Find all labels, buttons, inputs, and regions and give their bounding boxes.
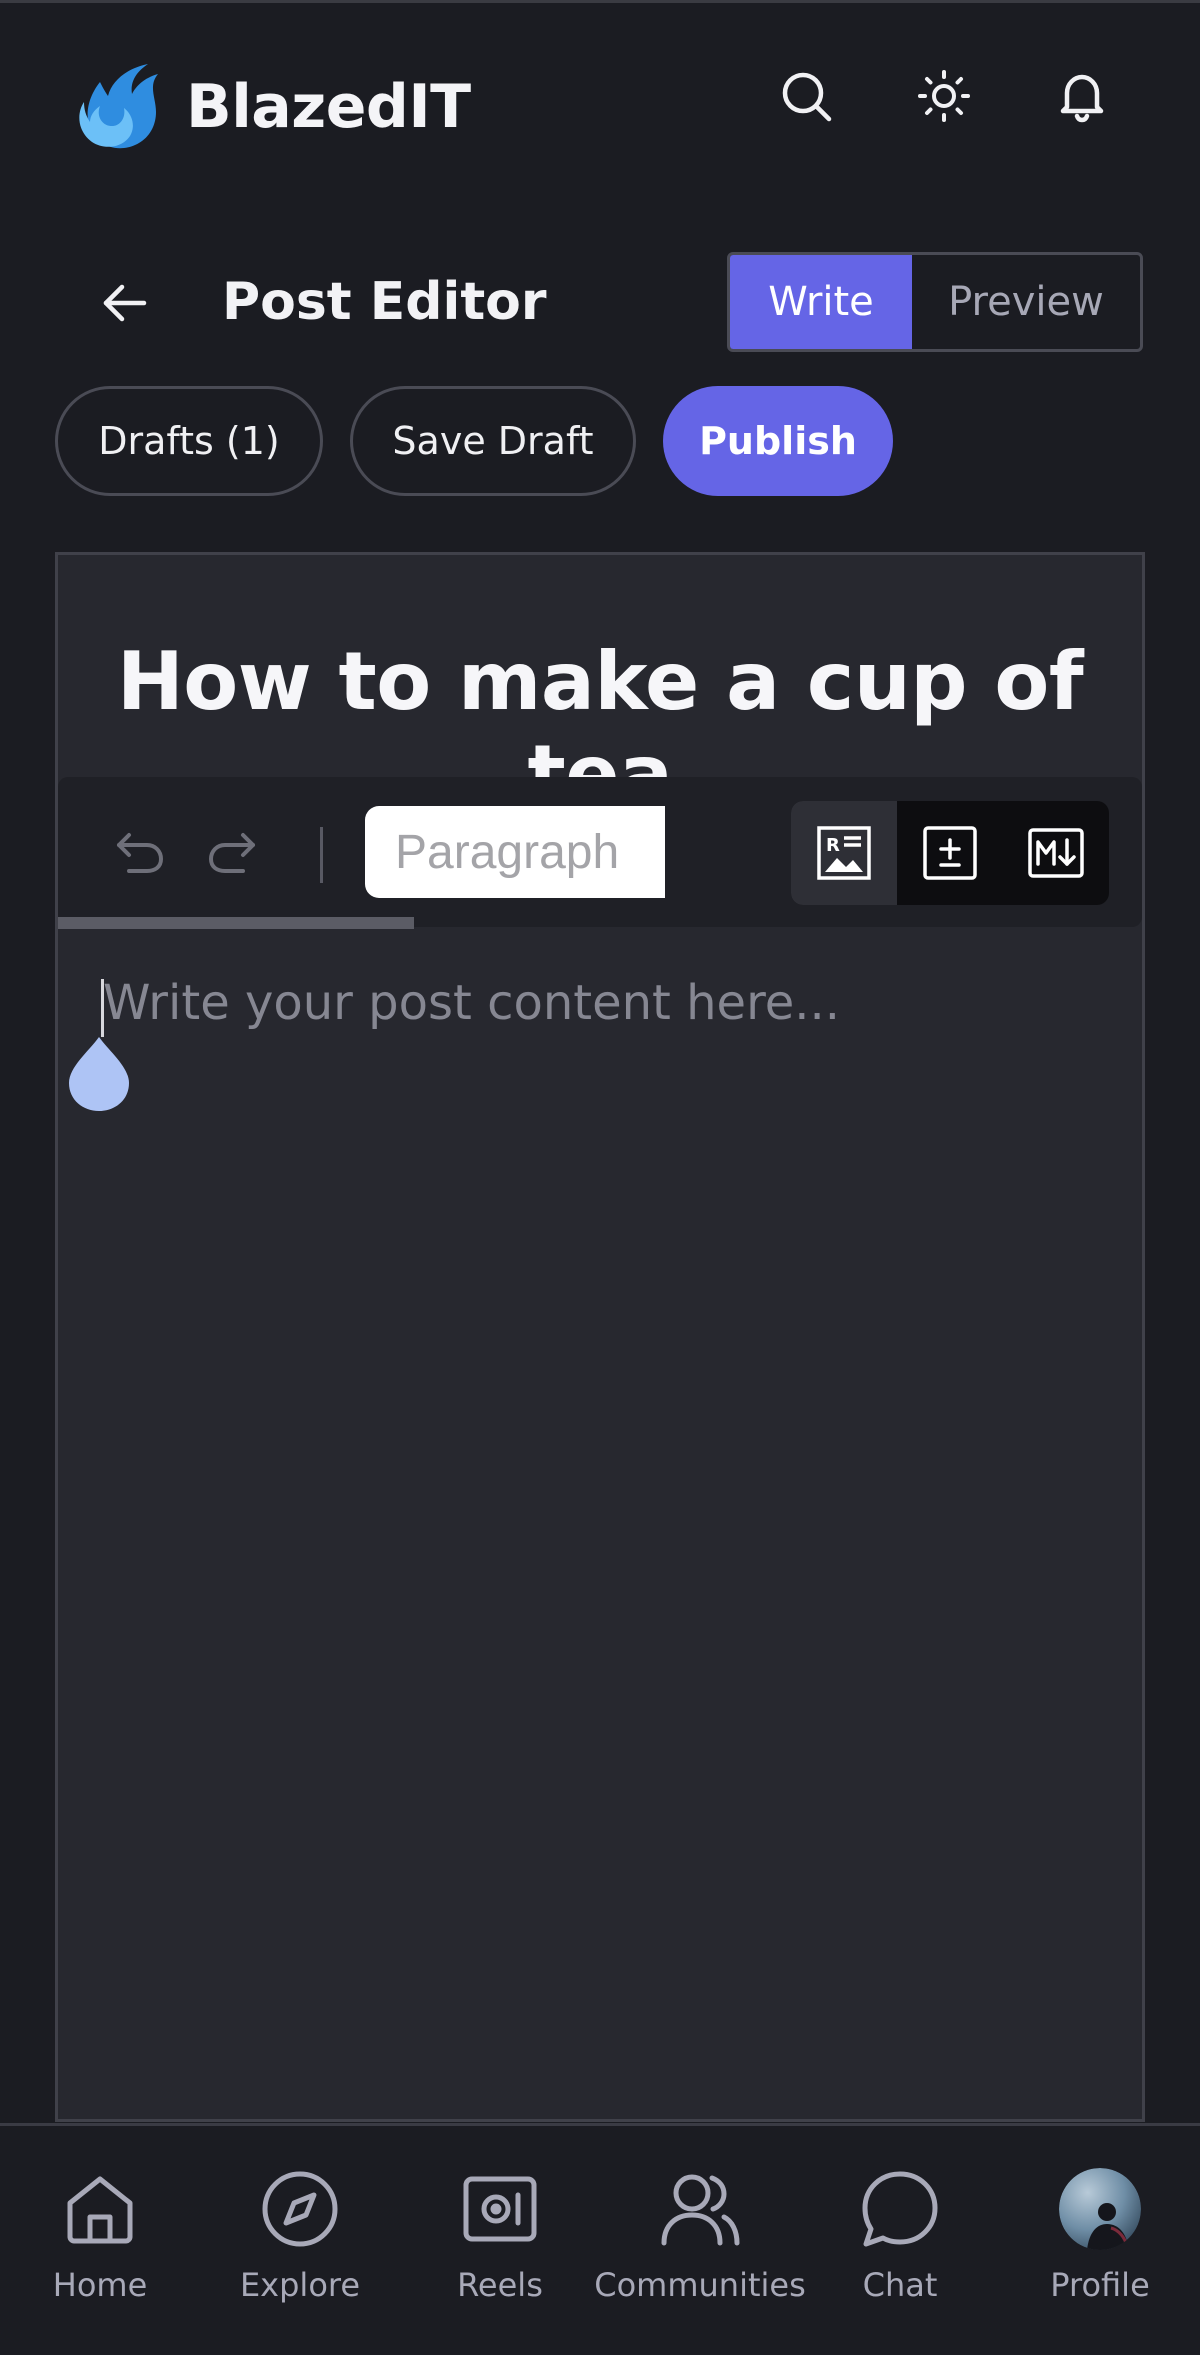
back-button[interactable] (92, 270, 158, 336)
search-icon (782, 72, 832, 122)
text-cursor (101, 979, 104, 1037)
nav-explore-label: Explore (239, 2266, 361, 2304)
page-title: Post Editor (222, 272, 547, 332)
block-type-select[interactable]: Paragraph (365, 806, 665, 898)
drafts-button[interactable]: Drafts (1) (55, 386, 323, 496)
nav-reels[interactable]: Reels (400, 2166, 600, 2326)
cursor-handle-icon[interactable] (65, 1033, 133, 1115)
users-icon (661, 2174, 740, 2246)
nav-explore[interactable]: Explore (200, 2166, 400, 2326)
nav-chat[interactable]: Chat (800, 2166, 1000, 2326)
markdown-icon (1028, 828, 1084, 878)
flame-logo-icon (79, 64, 158, 149)
undo-icon (117, 833, 163, 873)
nav-chat-label: Chat (862, 2266, 938, 2304)
app-name: BlazedIT (186, 72, 471, 142)
notifications-button[interactable] (1048, 62, 1116, 130)
nav-communities-label: Communities (594, 2266, 806, 2304)
nav-home[interactable]: Home (0, 2166, 200, 2326)
nav-communities[interactable]: Communities (594, 2166, 806, 2326)
markdown-button[interactable] (1003, 801, 1109, 905)
save-draft-button[interactable]: Save Draft (350, 386, 636, 496)
theme-toggle-button[interactable] (910, 62, 978, 130)
toolbar-divider (320, 827, 323, 883)
avatar (1059, 2168, 1141, 2250)
brand[interactable]: BlazedIT (70, 62, 471, 152)
bottom-nav: Home Explore Reels Communities Chat Prof… (0, 2123, 1200, 2355)
nav-reels-label: Reels (457, 2266, 543, 2304)
editor-toolbar: Paragraph R (58, 777, 1142, 927)
publish-button[interactable]: Publish (663, 386, 893, 496)
tab-write[interactable]: Write (730, 255, 912, 349)
tab-preview[interactable]: Preview (912, 255, 1140, 349)
nav-profile[interactable]: Profile (1000, 2166, 1200, 2326)
top-border (0, 0, 1200, 3)
image-caption-button[interactable]: R (791, 801, 897, 905)
svg-text:R: R (826, 835, 840, 856)
toolbar-button-group: R (791, 801, 1109, 905)
bell-icon (1060, 74, 1104, 123)
redo-icon (209, 833, 255, 873)
image-caption-icon: R (817, 826, 871, 880)
post-body-placeholder[interactable]: Write your post content here... (103, 975, 840, 1031)
math-button[interactable] (897, 801, 1003, 905)
nav-profile-label: Profile (1050, 2266, 1150, 2304)
view-mode-toggle: Write Preview (727, 252, 1143, 352)
compass-icon (262, 2171, 338, 2247)
sun-icon (918, 70, 970, 122)
redo-button[interactable] (202, 822, 262, 882)
arrow-left-icon (103, 284, 147, 322)
math-icon (923, 826, 977, 880)
nav-home-label: Home (52, 2266, 148, 2304)
reels-icon (463, 2176, 537, 2242)
editor-card: How to make a cup of tea Paragraph R Wri… (55, 552, 1145, 2122)
search-button[interactable] (772, 62, 840, 130)
undo-button[interactable] (110, 822, 170, 882)
home-icon (67, 2176, 133, 2244)
toolbar-scroll-indicator (58, 917, 414, 929)
chat-icon (862, 2171, 938, 2247)
